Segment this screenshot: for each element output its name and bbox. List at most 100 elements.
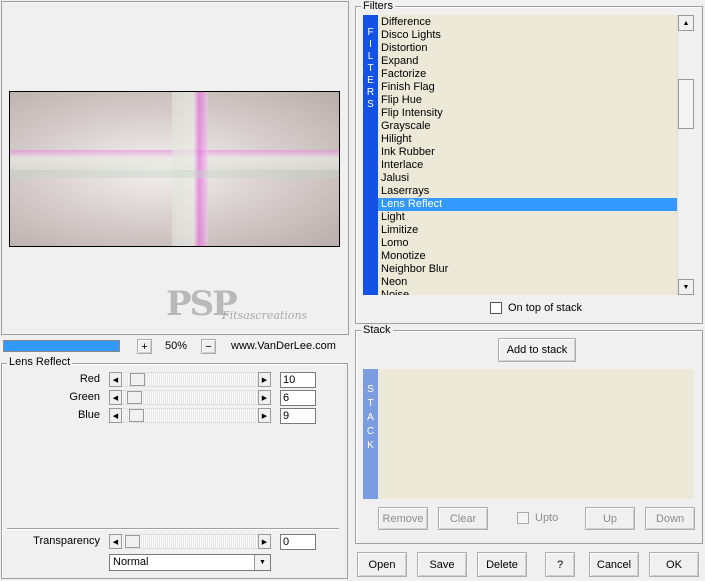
filter-list-item[interactable]: Flip Hue	[378, 94, 677, 107]
cancel-button[interactable]: Cancel	[589, 552, 639, 577]
green-decrease-button[interactable]: ◀	[109, 390, 122, 405]
progress-bar	[3, 340, 120, 352]
green-label: Green	[69, 391, 100, 403]
clear-button[interactable]: Clear	[438, 507, 488, 530]
red-increase-button[interactable]: ▶	[258, 372, 271, 387]
blend-mode-select[interactable]: Normal ▼	[109, 554, 271, 571]
help-button[interactable]: ?	[545, 552, 575, 577]
scroll-thumb[interactable]	[678, 79, 694, 129]
transparency-slider[interactable]	[122, 534, 258, 549]
green-value-field[interactable]: 6	[280, 390, 316, 406]
blend-mode-value: Normal	[113, 556, 149, 568]
green-slider-thumb[interactable]	[127, 391, 142, 404]
reflect-v-band	[172, 92, 208, 246]
transparency-increase-button[interactable]: ▶	[258, 534, 271, 549]
filter-list-item[interactable]: Monotize	[378, 250, 677, 263]
dropdown-arrow-button[interactable]: ▼	[254, 555, 270, 570]
website-link[interactable]: www.VanDerLee.com	[231, 340, 336, 352]
arrow-up-icon: ▲	[682, 19, 690, 27]
blue-increase-button[interactable]: ▶	[258, 408, 271, 423]
filter-list-scrollbar[interactable]: ▲ ▼	[677, 15, 694, 295]
side-label-letter: C	[366, 426, 375, 437]
on-top-of-stack-checkbox[interactable]	[490, 302, 502, 314]
green-slider[interactable]	[122, 390, 258, 405]
filters-group-title: Filters	[361, 0, 395, 12]
red-label: Red	[79, 373, 100, 385]
blue-label: Blue	[77, 409, 100, 421]
filter-list-item[interactable]: Ink Rubber	[378, 146, 677, 159]
save-button[interactable]: Save	[417, 552, 467, 577]
side-label-letter: T	[367, 398, 374, 409]
delete-button[interactable]: Delete	[477, 552, 527, 577]
arrow-left-icon: ◀	[112, 412, 119, 420]
filter-list-item[interactable]: Noise	[378, 289, 677, 295]
red-value-field[interactable]: 10	[280, 372, 316, 388]
scroll-up-button[interactable]: ▲	[678, 15, 694, 31]
arrow-right-icon: ▶	[261, 394, 268, 402]
arrow-right-icon: ▶	[261, 538, 268, 546]
blue-slider[interactable]	[122, 408, 258, 423]
transparency-decrease-button[interactable]: ◀	[109, 534, 122, 549]
remove-button[interactable]: Remove	[378, 507, 428, 530]
stack-group-title: Stack	[361, 324, 393, 336]
on-top-of-stack-label: On top of stack	[508, 302, 582, 314]
arrow-right-icon: ▶	[261, 376, 268, 384]
ok-button[interactable]: OK	[649, 552, 699, 577]
zoom-in-button[interactable]: +	[137, 339, 152, 354]
transparency-value-field[interactable]: 0	[280, 534, 316, 550]
open-button[interactable]: Open	[357, 552, 407, 577]
add-to-stack-button[interactable]: Add to stack	[498, 338, 576, 362]
filter-list[interactable]: Difference Disco Lights Distortion Expand Fa…	[378, 15, 677, 295]
zoom-level: 50%	[164, 340, 188, 352]
filter-list-item[interactable]: Flip Intensity	[378, 107, 677, 120]
side-label-letter: T	[367, 63, 374, 74]
zoom-out-button[interactable]: −	[201, 339, 216, 354]
filter-list-item[interactable]: Lens Reflect	[378, 198, 677, 211]
green-increase-button[interactable]: ▶	[258, 390, 271, 405]
filter-list-item[interactable]: Neon	[378, 276, 677, 289]
stack-side-label: STACK	[363, 369, 378, 499]
preview-image[interactable]	[9, 91, 340, 247]
move-up-button[interactable]: Up	[585, 507, 635, 530]
filter-list-item[interactable]: Neighbor Blur	[378, 263, 677, 276]
transparency-slider-thumb[interactable]	[125, 535, 140, 548]
filter-list-item[interactable]: Jalusi	[378, 172, 677, 185]
separator	[7, 528, 339, 530]
side-label-letter: K	[367, 440, 374, 451]
arrow-left-icon: ◀	[112, 394, 119, 402]
red-slider-thumb[interactable]	[130, 373, 145, 386]
scroll-down-button[interactable]: ▼	[678, 279, 694, 295]
blue-slider-thumb[interactable]	[129, 409, 144, 422]
filters-side-label: FILTERS	[363, 15, 378, 295]
side-label-letter: F	[367, 27, 374, 38]
side-label-letter: L	[367, 51, 374, 62]
filter-list-item[interactable]: Light	[378, 211, 677, 224]
filter-list-item[interactable]: Expand	[378, 55, 677, 68]
filter-list-item[interactable]: Disco Lights	[378, 29, 677, 42]
side-label-letter: S	[367, 384, 374, 395]
filter-list-item[interactable]: Lomo	[378, 237, 677, 250]
filter-list-item[interactable]: Laserrays	[378, 185, 677, 198]
watermark-logo: PSP Fitsascreations	[166, 284, 308, 328]
filter-list-item[interactable]: Limitize	[378, 224, 677, 237]
watermark-subtext: Fitsascreations	[222, 309, 308, 322]
side-label-letter: A	[367, 412, 374, 423]
preview-panel: PSP Fitsascreations	[1, 1, 349, 335]
red-decrease-button[interactable]: ◀	[109, 372, 122, 387]
filter-list-item[interactable]: Grayscale	[378, 120, 677, 133]
move-down-button[interactable]: Down	[645, 507, 695, 530]
upto-checkbox[interactable]	[517, 512, 529, 524]
side-label-letter: I	[369, 39, 372, 50]
filter-list-item[interactable]: Hilight	[378, 133, 677, 146]
filter-list-item[interactable]: Difference	[378, 16, 677, 29]
blue-decrease-button[interactable]: ◀	[109, 408, 122, 423]
blue-value-field[interactable]: 9	[280, 408, 316, 424]
effect-group-title: Lens Reflect	[7, 356, 73, 368]
filter-list-item[interactable]: Factorize	[378, 68, 677, 81]
filter-list-item[interactable]: Distortion	[378, 42, 677, 55]
filter-list-item[interactable]: Finish Flag	[378, 81, 677, 94]
filter-list-item[interactable]: Interlace	[378, 159, 677, 172]
red-slider[interactable]	[122, 372, 258, 387]
arrow-down-icon: ▼	[682, 283, 690, 291]
stack-list[interactable]	[378, 369, 694, 499]
